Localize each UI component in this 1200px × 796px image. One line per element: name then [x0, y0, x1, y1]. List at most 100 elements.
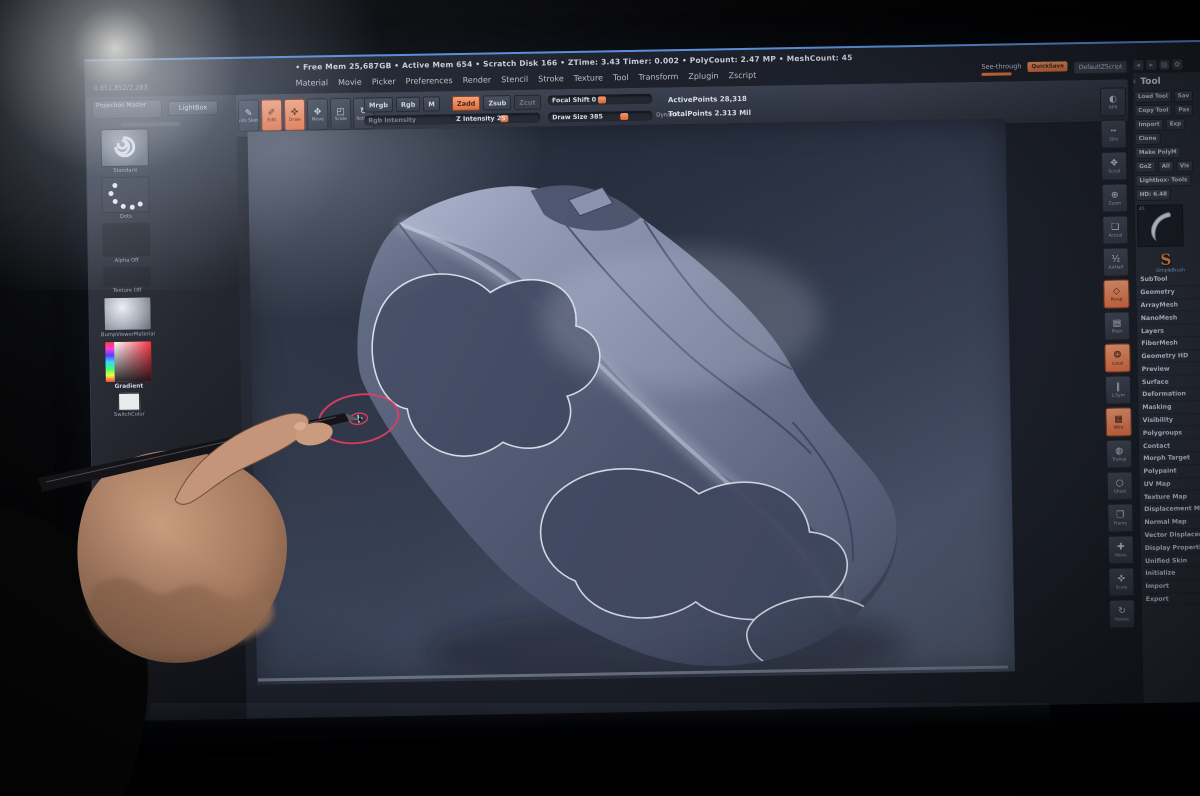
- right-shelf-button[interactable]: ⊕ Zoom: [1101, 183, 1128, 212]
- sculpt-mode-button[interactable]: Zsub: [483, 95, 511, 110]
- shelf-icon[interactable]: ▸: [1146, 60, 1156, 70]
- active-tool-thumbnail[interactable]: 45: [1137, 204, 1184, 247]
- recent-tool-simplebrush[interactable]: S SimpleBrush: [1156, 250, 1176, 273]
- shelf-icon[interactable]: ▤: [1159, 60, 1169, 70]
- subpalette-header[interactable]: SubTool: [1136, 273, 1200, 287]
- projection-master-button[interactable]: Projection Master: [92, 99, 162, 119]
- right-shelf-button[interactable]: ½ AAHalf: [1103, 247, 1130, 276]
- menu-item[interactable]: Zscript: [728, 71, 756, 80]
- tool-palette-button[interactable]: Exp: [1166, 118, 1186, 130]
- right-shelf-button[interactable]: ▦ Wire: [1105, 407, 1132, 436]
- mode-button[interactable]: ✥ Move: [307, 98, 329, 130]
- menu-item[interactable]: Render: [463, 75, 492, 84]
- subpalette-header[interactable]: UV Map: [1140, 477, 1200, 491]
- subpalette-header[interactable]: ArrayMesh: [1137, 299, 1200, 313]
- menu-item[interactable]: Tool: [613, 73, 629, 82]
- paint-mode-button[interactable]: Rgb: [396, 97, 421, 112]
- menu-item[interactable]: Stencil: [501, 75, 528, 84]
- subpalette-header[interactable]: Texture Map: [1140, 490, 1200, 504]
- menu-item[interactable]: Preferences: [406, 76, 453, 86]
- right-shelf-button[interactable]: ◇ Persp: [1103, 279, 1130, 308]
- quicksave-button[interactable]: QuickSave: [1027, 61, 1068, 72]
- current-stroke-thumbnail[interactable]: [101, 176, 150, 213]
- right-shelf-button[interactable]: ◐ BPR: [1100, 87, 1127, 116]
- current-alpha-thumbnail[interactable]: [102, 222, 151, 257]
- sculpt-mode-button[interactable]: Zcut: [514, 95, 541, 110]
- right-shelf-button[interactable]: ✚ Move: [1108, 535, 1135, 564]
- current-color-swatch[interactable]: [118, 393, 140, 411]
- tool-palette-button[interactable]: Sav: [1174, 90, 1194, 102]
- right-shelf-button[interactable]: ❂ Local: [1104, 343, 1131, 372]
- right-shelf-button[interactable]: ✥ Scroll: [1101, 151, 1128, 180]
- right-shelf-button[interactable]: ↻ Rotate: [1109, 599, 1136, 628]
- subpalette-header[interactable]: Visibility: [1139, 414, 1200, 428]
- subpalette-header[interactable]: Export: [1142, 592, 1200, 606]
- subpalette-header[interactable]: Morph Target: [1139, 452, 1200, 466]
- lightbox-pull-bar[interactable]: [120, 122, 180, 127]
- tool-palette-button[interactable]: Lightbox› Tools: [1135, 174, 1191, 187]
- menu-item[interactable]: Transform: [638, 72, 678, 82]
- subpalette-header[interactable]: Surface: [1138, 375, 1200, 389]
- tool-palette-button[interactable]: Vis: [1176, 160, 1194, 172]
- subpalette-header[interactable]: Polygroups: [1139, 426, 1200, 440]
- right-shelf-button[interactable]: ┉ SPix: [1100, 119, 1127, 148]
- subpalette-header[interactable]: Initialize: [1141, 567, 1200, 581]
- tool-palette-button[interactable]: Load Tool: [1134, 91, 1172, 104]
- menu-item[interactable]: Movie: [338, 78, 362, 87]
- subpalette-header[interactable]: Polypaint: [1139, 465, 1200, 479]
- see-through-slider-track[interactable]: [982, 72, 1012, 76]
- gradient-toggle-label[interactable]: Gradient: [115, 384, 144, 390]
- right-shelf-button[interactable]: ❒ Frame: [1107, 503, 1134, 532]
- right-shelf-button[interactable]: ❏ Actual: [1102, 215, 1129, 244]
- tool-palette-button[interactable]: Copy Tool: [1134, 105, 1172, 118]
- subpalette-header[interactable]: Masking: [1138, 401, 1200, 415]
- current-texture-thumbnail[interactable]: [103, 266, 151, 287]
- subpalette-header[interactable]: Contact: [1139, 439, 1200, 453]
- draw-size-slider[interactable]: Draw Size 385: [548, 111, 652, 123]
- menu-item[interactable]: Zplugin: [688, 71, 718, 81]
- lightbox-button[interactable]: LightBox: [168, 100, 218, 116]
- subpalette-header[interactable]: Unified Skin: [1141, 554, 1200, 568]
- paint-mode-button[interactable]: M: [423, 96, 440, 111]
- menu-item[interactable]: Texture: [574, 73, 603, 83]
- tool-palette-button[interactable]: All: [1158, 160, 1174, 172]
- z-intensity-slider[interactable]: Z Intensity 25: [452, 113, 540, 125]
- subpalette-header[interactable]: Import: [1141, 580, 1200, 594]
- color-picker[interactable]: [104, 340, 153, 383]
- subpalette-header[interactable]: Geometry: [1136, 286, 1200, 300]
- mode-button[interactable]: ✎ Quick Sketch: [238, 99, 260, 131]
- focal-shift-nub[interactable]: [598, 96, 606, 103]
- subpalette-header[interactable]: Vector Displacement: [1141, 529, 1200, 543]
- tool-palette-button[interactable]: Clone: [1135, 133, 1161, 145]
- menu-item[interactable]: Material: [296, 78, 329, 88]
- tool-palette-button[interactable]: Import: [1134, 119, 1163, 132]
- menu-item[interactable]: Stroke: [538, 74, 564, 83]
- document-canvas[interactable]: [247, 118, 1015, 684]
- collapse-arrow-icon[interactable]: ‹: [1133, 77, 1137, 87]
- menu-item[interactable]: Picker: [372, 77, 396, 86]
- shelf-icon[interactable]: ✿: [1172, 59, 1182, 69]
- subpalette-header[interactable]: Displacement Map: [1140, 503, 1200, 517]
- right-shelf-button[interactable]: ▤ Floor: [1104, 311, 1131, 340]
- right-shelf-button[interactable]: ◍ Transp: [1106, 439, 1133, 468]
- subpalette-header[interactable]: Layers: [1137, 324, 1200, 338]
- current-material-thumbnail[interactable]: [103, 296, 152, 331]
- mode-button[interactable]: ✐ Edit: [261, 99, 283, 131]
- mode-button[interactable]: ◰ Scale: [330, 98, 352, 130]
- subpalette-header[interactable]: FiberMesh: [1137, 337, 1200, 351]
- current-brush-thumbnail[interactable]: [100, 128, 149, 167]
- saturation-square[interactable]: [114, 341, 152, 382]
- see-through-slider[interactable]: See-through: [981, 62, 1021, 76]
- tool-palette-button[interactable]: Make PolyM: [1135, 146, 1181, 159]
- right-shelf-button[interactable]: ✜ Scale: [1108, 567, 1135, 596]
- mode-button[interactable]: ✜ Draw: [284, 99, 306, 131]
- subpalette-header[interactable]: NanoMesh: [1137, 311, 1200, 325]
- focal-shift-slider[interactable]: Focal Shift 0: [548, 94, 652, 106]
- tool-palette-button[interactable]: Pas: [1174, 104, 1193, 116]
- shelf-icon[interactable]: ◂: [1133, 60, 1143, 70]
- draw-size-nub[interactable]: [620, 113, 628, 120]
- default-zscript-button[interactable]: DefaultZScript: [1074, 60, 1128, 74]
- right-shelf-button[interactable]: ○ Ghost: [1107, 471, 1134, 500]
- switch-color-label[interactable]: SwitchColor: [114, 411, 145, 418]
- subpalette-header[interactable]: Deformation: [1138, 388, 1200, 402]
